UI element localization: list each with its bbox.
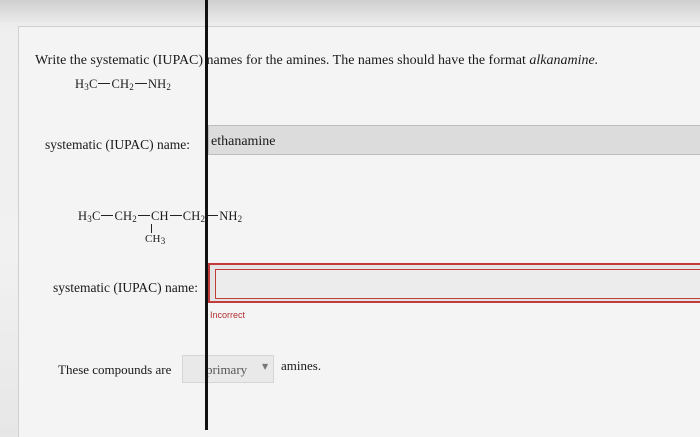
bond-line — [98, 82, 111, 84]
iupac-name-label-2: systematic (IUPAC) name: — [53, 280, 198, 295]
formula-atom: CH — [114, 209, 133, 223]
methyl-branch: CH3 — [145, 233, 165, 246]
iupac-name-input-1[interactable] — [208, 125, 700, 155]
formula-subscript: 2 — [166, 82, 172, 92]
vertical-divider-line — [205, 0, 208, 430]
formula-subscript: 2 — [237, 214, 243, 224]
branch-bond — [151, 224, 153, 233]
compound-2-structure: H3C CH2 CH CH2 NH2 — [78, 209, 242, 224]
bond-line — [169, 214, 182, 216]
formula-atom: C — [91, 209, 101, 223]
formula-subscript: 2 — [132, 214, 137, 224]
formula-atom: NH — [147, 77, 167, 91]
formula-atom: C — [88, 77, 98, 91]
input-inner-box[interactable] — [215, 269, 700, 299]
formula-atom: H — [75, 77, 85, 91]
iupac-name-value-1[interactable]: ethanamine — [211, 134, 276, 150]
formula-atom: CH — [182, 209, 201, 223]
classification-suffix: amines. — [281, 358, 322, 373]
amine-type-selected[interactable]: primary — [206, 362, 247, 378]
bond-line — [101, 214, 114, 216]
bond-line — [137, 214, 150, 216]
window-top-edge — [0, 0, 700, 22]
formula-subscript: 2 — [129, 82, 134, 92]
bond-line — [134, 82, 147, 84]
formula-atom: CH — [150, 209, 169, 223]
formula-atom: CH — [111, 77, 130, 91]
question-prompt: Write the systematic (IUPAC) names for t… — [35, 53, 598, 69]
chevron-down-icon[interactable]: ▼ — [262, 362, 268, 371]
classification-prefix: These compounds are — [58, 362, 172, 377]
formula-atom: H — [78, 209, 88, 223]
iupac-name-label-1: systematic (IUPAC) name: — [45, 137, 190, 152]
iupac-name-input-2[interactable] — [208, 263, 700, 303]
formula-atom: NH — [219, 209, 238, 223]
formula-atom: CH — [145, 233, 161, 245]
question-text: Write the systematic (IUPAC) names for t… — [35, 53, 530, 68]
format-hint: alkanamine. — [529, 53, 599, 68]
compound-1-structure: H3C CH2 NH2 — [75, 77, 171, 92]
formula-subscript: 3 — [160, 236, 166, 246]
incorrect-feedback: Incorrect — [210, 310, 246, 320]
